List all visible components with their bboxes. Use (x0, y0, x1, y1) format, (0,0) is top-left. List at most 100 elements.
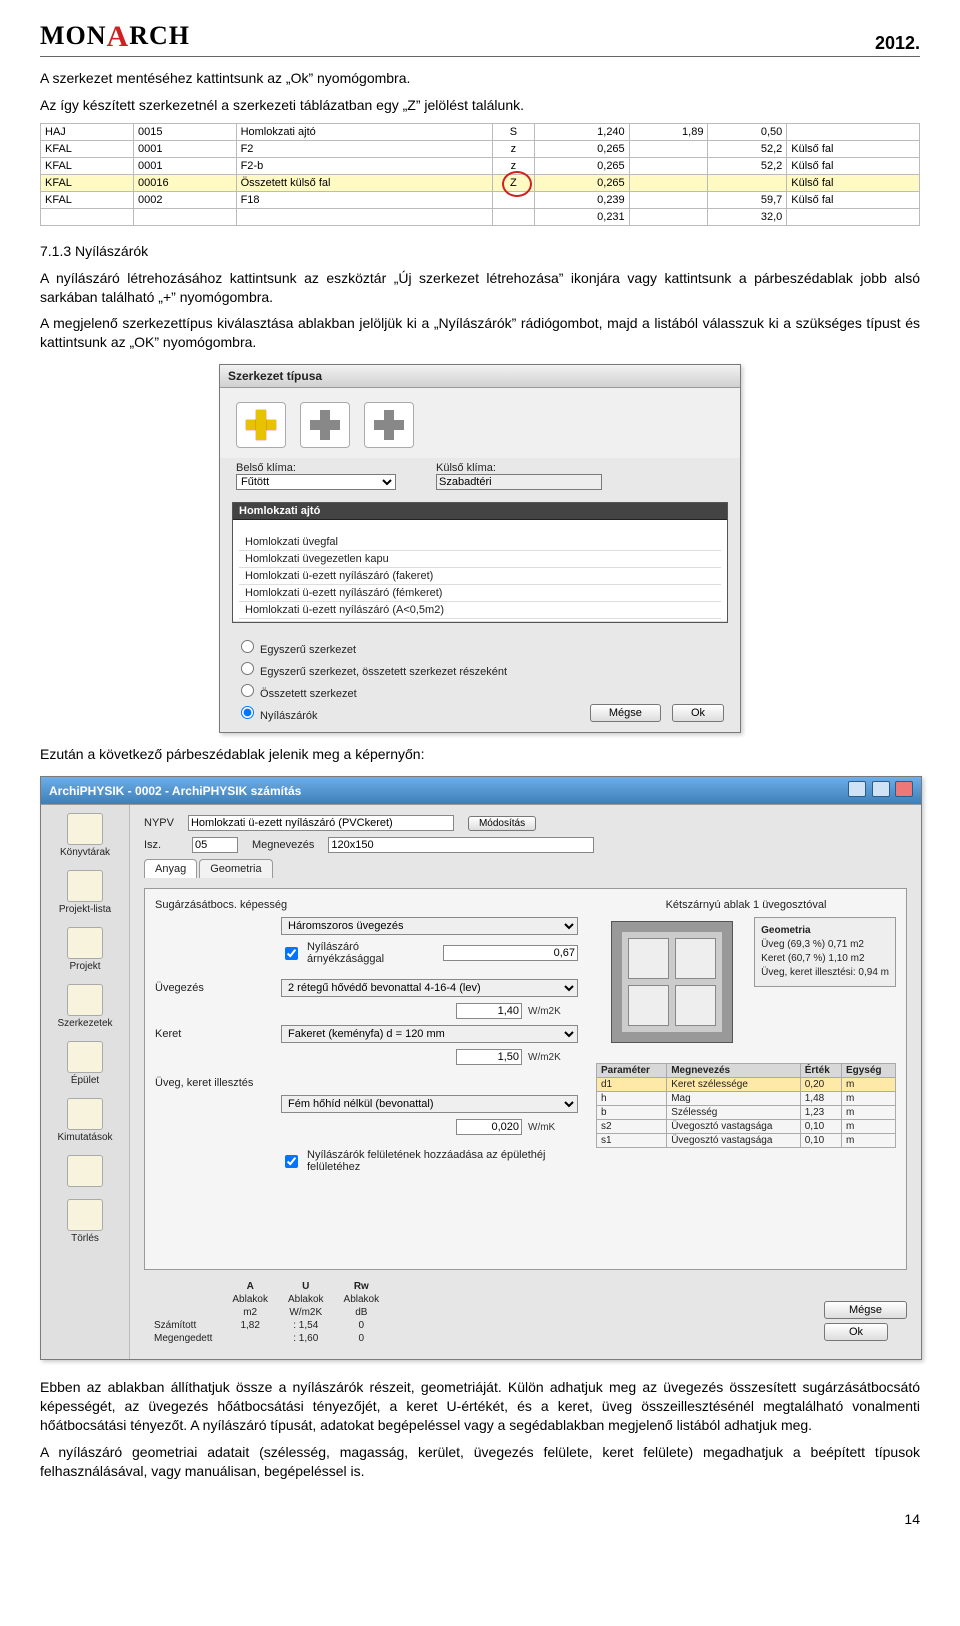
table-row: HAJ0015Homlokzati ajtóS1,2401,890,50 (41, 123, 920, 140)
add-surface-checkbox[interactable] (285, 1155, 298, 1168)
uveg-select[interactable]: 2 rétegű hővédő bevonattal 4-16-4 (lev) (281, 979, 578, 997)
logo-a: A (107, 20, 130, 53)
tab-anyag[interactable]: Anyag (144, 859, 197, 878)
logo-pre: MON (40, 21, 107, 50)
belso-label: Belső klíma: (236, 462, 346, 474)
intro-p1: A szerkezet mentéséhez kattintsunk az „O… (40, 69, 920, 88)
min-icon[interactable] (848, 781, 866, 797)
sidebar-icon (67, 870, 103, 902)
type-val[interactable] (188, 815, 454, 831)
ill-select[interactable]: Fém hőhíd nélkül (bevonattal) (281, 1095, 578, 1113)
kulso-value (436, 474, 602, 490)
keret-select[interactable]: Fakeret (keményfa) d = 120 mm (281, 1025, 578, 1043)
page-header: MONARCH 2012. (40, 20, 920, 57)
radio-and-buttons: Egyszerű szerkezet Egyszerű szerkezet, ö… (220, 631, 740, 732)
sidebar-icon (67, 1155, 103, 1187)
sidebar-item[interactable]: Épület (45, 1041, 125, 1086)
shading-checkbox[interactable] (285, 947, 298, 960)
table-row: 0,23132,0 (41, 208, 920, 225)
dlg2-cancel-button[interactable]: Mégse (824, 1301, 907, 1319)
dlg2-titlebar: ArchiPHYSIK - 0002 - ArchiPHYSIK számítá… (41, 777, 921, 805)
dlg1-ok-button[interactable]: Ok (672, 704, 724, 722)
tabs: Anyag Geometria (144, 859, 907, 878)
belso-select[interactable]: Fűtött (236, 474, 396, 490)
list-item[interactable]: Homlokzati ü-ezett nyílászáró (fakeret) (239, 568, 721, 585)
sidebar-label: Projekt-lista (59, 904, 111, 915)
glazing-select[interactable]: Háromszoros üvegezés (281, 917, 578, 935)
tab-geometria[interactable]: Geometria (199, 859, 272, 878)
uveg-label: Üvegezés (155, 982, 275, 994)
table-row: Számított1,82: 1,540 (144, 1319, 389, 1332)
sidebar-item[interactable]: Kimutatások (45, 1098, 125, 1143)
list-item[interactable]: Homlokzati ü-ezett nyílászáró (A<0,5m2) (239, 602, 721, 619)
close-icon[interactable] (895, 781, 913, 797)
keret-u[interactable] (456, 1049, 522, 1065)
sidebar-label: Épület (71, 1075, 99, 1086)
list-item[interactable]: Homlokzati üvegfal (239, 534, 721, 551)
table-row[interactable]: hMag1,48m (597, 1092, 896, 1106)
logo-post: RCH (129, 21, 190, 50)
panel-left: Sugárzásátbocs. képesség Háromszoros üve… (155, 899, 578, 1259)
unit-wm2k-1: W/m2K (528, 1006, 578, 1017)
ill-u[interactable] (456, 1119, 522, 1135)
radio-option[interactable]: Egyszerű szerkezet (236, 637, 507, 656)
kulso-label: Külső klíma: (436, 462, 546, 474)
structure-type-dialog: Szerkezet típusa Belső klíma: Fűtött Kül… (219, 364, 741, 733)
archiphysik-dialog: ArchiPHYSIK - 0002 - ArchiPHYSIK számítá… (40, 776, 922, 1360)
radio-option[interactable]: Összetett szerkezet (236, 681, 507, 700)
radio-option[interactable]: Nyílászárók (236, 703, 507, 722)
unit-wm2k-2: W/m2K (528, 1052, 578, 1063)
dlg1-cancel-button[interactable]: Mégse (590, 704, 661, 722)
sidebar-item[interactable]: Törlés (45, 1199, 125, 1244)
megnev-field[interactable] (328, 837, 594, 853)
dlg1-icon-row (220, 388, 740, 458)
radio-option[interactable]: Egyszerű szerkezet, összetett szerkezet … (236, 659, 507, 678)
structure-table: HAJ0015Homlokzati ajtóS1,2401,890,50 KFAL… (40, 123, 920, 226)
megnev-label: Megnevezés (252, 839, 314, 851)
window-diagram (611, 921, 733, 1043)
table-row: Megengedett: 1,600 (144, 1332, 389, 1345)
anyag-panel: Sugárzásátbocs. képesség Háromszoros üve… (144, 888, 907, 1270)
mid-text: Ezután a következő párbeszédablak jeleni… (40, 745, 920, 764)
icon-type-3[interactable] (364, 402, 414, 448)
sidebar-item[interactable]: Projekt (45, 927, 125, 972)
table-row[interactable]: s1Üvegosztó vastagsága0,10m (597, 1134, 896, 1148)
sidebar-icon (67, 1199, 103, 1231)
table-row: KFAL0002F180,23959,7Külső fal (41, 191, 920, 208)
shading-val[interactable] (443, 945, 579, 961)
outro-p2: A nyílászáró geometriai adatait (széless… (40, 1443, 920, 1481)
sidebar-label: Könyvtárak (60, 847, 110, 858)
type-list-header[interactable]: Homlokzati ajtó (233, 503, 727, 520)
intro-p2: Az így készített szerkezetnél a szerkeze… (40, 96, 920, 115)
icon-type-2[interactable] (300, 402, 350, 448)
dlg1-title: Szerkezet típusa (220, 365, 740, 388)
list-item[interactable]: Homlokzati üvegezetlen kapu (239, 551, 721, 568)
sidebar-icon (67, 984, 103, 1016)
isz-field[interactable] (192, 837, 238, 853)
max-icon[interactable] (872, 781, 890, 797)
type-list[interactable]: Homlokzati ajtó Homlokzati üvegfalHomlok… (232, 502, 728, 623)
table-row[interactable]: s2Üvegosztó vastagsága0,10m (597, 1120, 896, 1134)
sidebar-item[interactable] (45, 1155, 125, 1187)
outro-p1: Ebben az ablakban állíthatjuk össze a ny… (40, 1378, 920, 1435)
climate-row: Belső klíma: Fűtött Külső klíma: (220, 458, 740, 494)
bottom-row: AURw AblakokAblakokAblakok m2W/m2KdB Szá… (144, 1280, 907, 1345)
sidebar-label: Szerkezetek (57, 1018, 112, 1029)
table-row[interactable]: d1Keret szélessége0,20m (597, 1078, 896, 1092)
icon-type-1[interactable] (236, 402, 286, 448)
table-row[interactable]: bSzélesség1,23m (597, 1106, 896, 1120)
add-surface-label: Nyílászárók felületének hozzáadása az ép… (307, 1149, 578, 1173)
sidebar-item[interactable]: Szerkezetek (45, 984, 125, 1029)
sidebar-item[interactable]: Könyvtárak (45, 813, 125, 858)
section-num: 7.1.3 Nyílászárók (40, 242, 920, 261)
sidebar-label: Projekt (69, 961, 100, 972)
calc-table: AURw AblakokAblakokAblakok m2W/m2KdB Szá… (144, 1280, 389, 1345)
group-label: Sugárzásátbocs. képesség (155, 899, 578, 911)
param-table: ParaméterMegnevezésÉrtékEgység d1Keret s… (596, 1063, 896, 1148)
list-item[interactable]: Homlokzati ü-ezett nyílászáró (fémkeret) (239, 585, 721, 602)
sidebar-icon (67, 1098, 103, 1130)
sidebar-item[interactable]: Projekt-lista (45, 870, 125, 915)
modify-button[interactable]: Módosítás (468, 816, 536, 831)
dlg2-ok-button[interactable]: Ok (824, 1323, 888, 1341)
uveg-u[interactable] (456, 1003, 522, 1019)
